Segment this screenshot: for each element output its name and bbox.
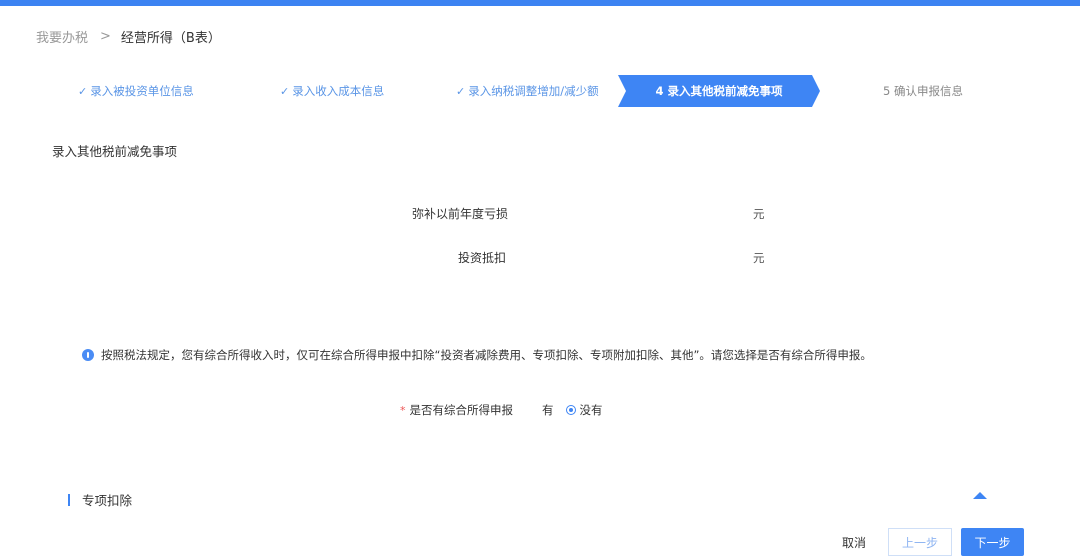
required-mark: * xyxy=(400,403,406,417)
step-other-deductions[interactable]: 4 录入其他税前减免事项 xyxy=(618,75,820,107)
radio-label-no: 没有 xyxy=(579,403,603,417)
check-icon: ✓ xyxy=(280,84,290,98)
progress-steps: ✓ 录入被投资单位信息 ✓ 录入收入成本信息 ✓ 录入纳税调整增加/减少额 4 … xyxy=(0,75,1080,107)
section-title: 录入其他税前减免事项 xyxy=(52,144,178,159)
step-confirm[interactable]: 5 确认申报信息 xyxy=(883,75,963,107)
breadcrumb-home[interactable]: 我要办税 xyxy=(36,27,88,46)
check-icon: ✓ xyxy=(78,84,88,98)
next-step-button[interactable]: 下一步 xyxy=(961,528,1024,556)
notice-text: 按照税法规定，您有综合所得收入时，仅可在综合所得申报中扣除“投资者减除费用、专项… xyxy=(101,348,872,362)
radio-checked-icon xyxy=(565,405,576,415)
breadcrumb-current: 经营所得（B表） xyxy=(120,31,221,46)
comprehensive-income-question: * 是否有综合所得申报 xyxy=(400,402,513,418)
step-label: 5 确认申报信息 xyxy=(883,84,963,98)
question-label: 是否有综合所得申报 xyxy=(409,403,514,417)
step-label: 录入收入成本信息 xyxy=(292,84,385,98)
radio-label-yes: 有 xyxy=(542,403,554,417)
section-marker xyxy=(68,493,70,506)
step-label: 录入纳税调整增加/减少额 xyxy=(468,84,599,98)
special-deduction-header[interactable]: 专项扣除 xyxy=(68,490,132,509)
breadcrumb: 我要办税 > 经营所得（B表） xyxy=(36,27,221,46)
field-label-loss-carryforward: 弥补以前年度亏损 xyxy=(412,207,509,221)
cancel-button[interactable]: 取消 xyxy=(830,528,878,556)
info-notice: 按照税法规定，您有综合所得收入时，仅可在综合所得申报中扣除“投资者减除费用、专项… xyxy=(82,347,872,363)
prev-step-button[interactable]: 上一步 xyxy=(888,528,952,556)
check-icon: ✓ xyxy=(456,84,466,98)
step-tax-adjustment[interactable]: ✓ 录入纳税调整增加/减少额 xyxy=(456,75,599,107)
breadcrumb-separator: > xyxy=(100,29,111,44)
field-unit-investment-credit: 元 xyxy=(753,251,765,265)
field-unit-loss-carryforward: 元 xyxy=(753,207,765,221)
radio-group: 有 没有 xyxy=(542,402,603,418)
top-accent-bar xyxy=(0,0,1080,6)
collapse-up-icon[interactable] xyxy=(973,492,987,499)
radio-option-yes[interactable]: 有 xyxy=(542,402,554,418)
special-deduction-title: 专项扣除 xyxy=(82,493,133,508)
step-income-cost[interactable]: ✓ 录入收入成本信息 xyxy=(280,75,384,107)
step-label: 录入被投资单位信息 xyxy=(90,84,194,98)
step-label: 4 录入其他税前减免事项 xyxy=(655,84,783,98)
radio-option-no[interactable]: 没有 xyxy=(565,402,603,418)
field-label-investment-credit: 投资抵扣 xyxy=(458,251,507,265)
step-investee-info[interactable]: ✓ 录入被投资单位信息 xyxy=(78,75,194,107)
info-icon xyxy=(82,349,94,361)
